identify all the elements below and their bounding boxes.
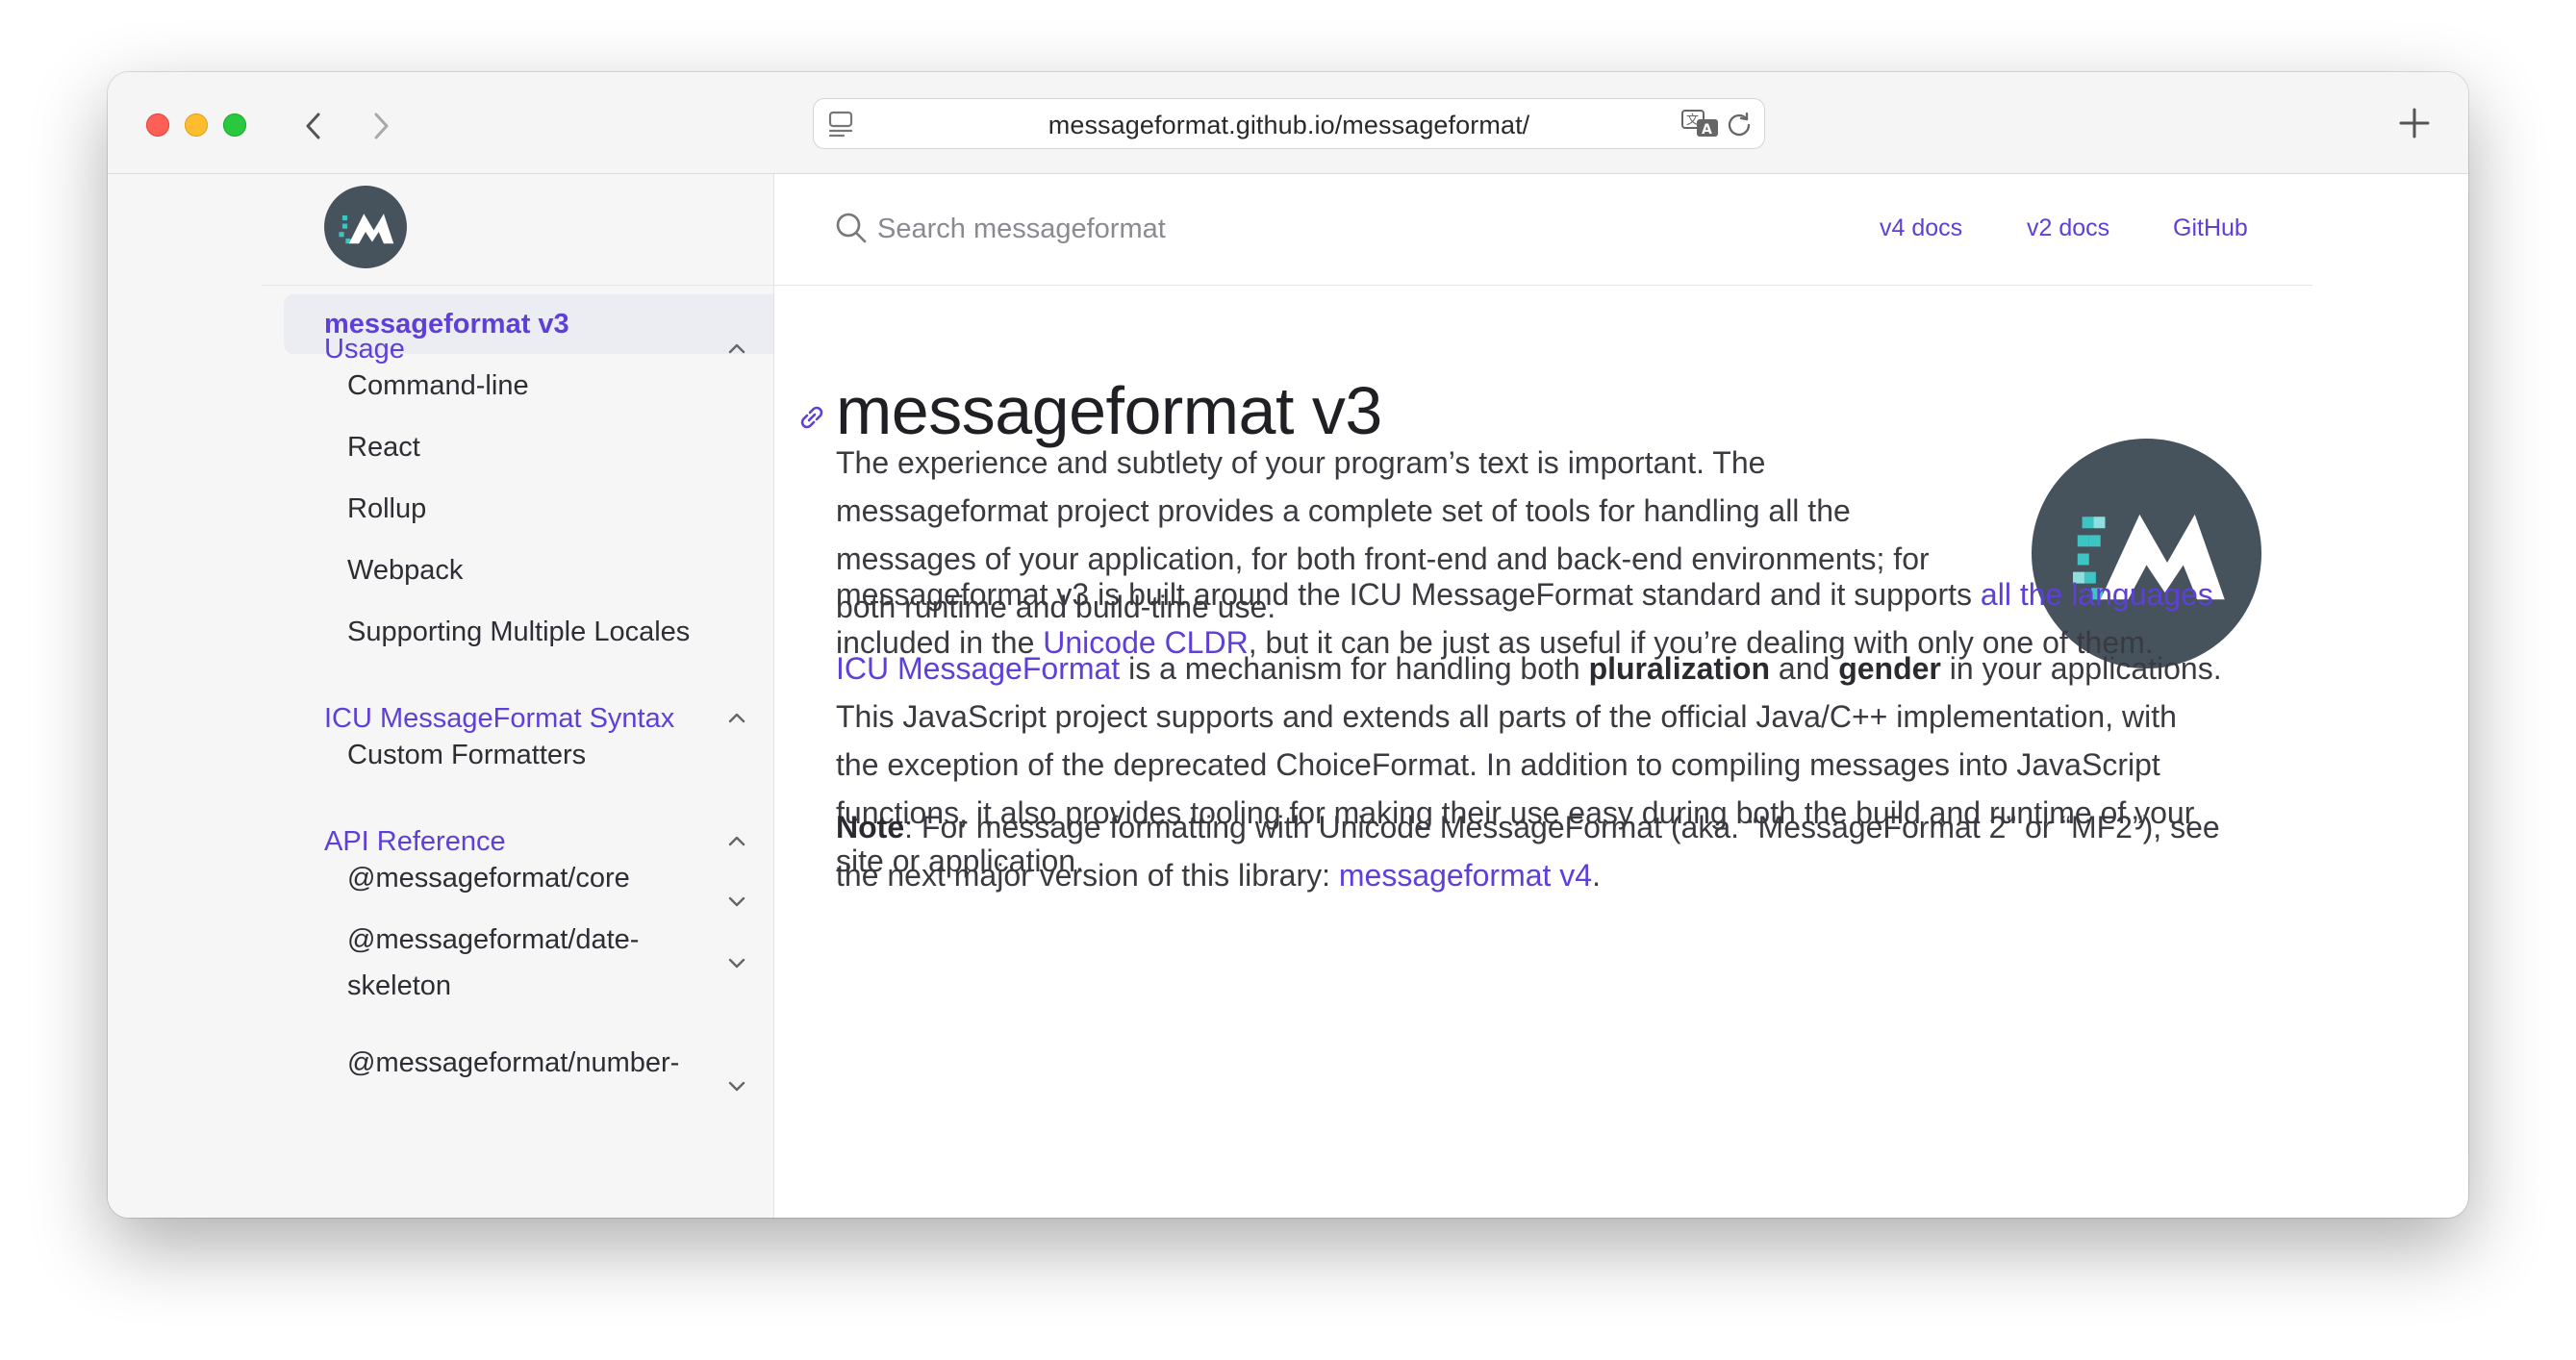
header-divider	[774, 285, 2312, 286]
paragraph-line: the exception of the deprecated ChoiceFo…	[836, 747, 2160, 782]
chevron-up-icon[interactable]	[725, 338, 748, 361]
sidebar-header-divider	[262, 285, 773, 286]
icu-messageformat-link[interactable]: ICU MessageFormat	[836, 651, 1120, 686]
site-logo[interactable]	[324, 186, 407, 268]
search-input[interactable]	[877, 209, 1281, 249]
close-window-button[interactable]	[146, 113, 169, 137]
sidebar-item-date-skeleton[interactable]: @messageformat/date- skeleton	[347, 917, 639, 1009]
browser-toolbar: messageformat.github.io/messageformat/ 文…	[108, 72, 2468, 174]
sidebar-item-custom-formatters[interactable]: Custom Formatters	[347, 732, 586, 778]
browser-window: messageformat.github.io/messageformat/ 文…	[108, 72, 2468, 1218]
sidebar-section-icu-syntax[interactable]: ICU MessageFormat Syntax	[324, 701, 674, 736]
sidebar-section-api-reference[interactable]: API Reference	[324, 824, 506, 859]
minimize-window-button[interactable]	[185, 113, 208, 137]
search-icon[interactable]	[834, 211, 869, 245]
reload-icon[interactable]	[1726, 111, 1753, 138]
page-title: messageformat v3	[836, 373, 1382, 448]
paragraph-text: the next major version of this library:	[836, 858, 1339, 893]
paragraph-text: : For message formatting with Unicode Me…	[904, 810, 2220, 844]
paragraph-text: messageformat v3 is built around the ICU…	[836, 577, 1981, 612]
address-bar[interactable]: messageformat.github.io/messageformat/ 文…	[813, 98, 1765, 149]
link-anchor-icon[interactable]	[796, 401, 828, 434]
messageformat-v4-link[interactable]: messageformat v4	[1339, 858, 1592, 893]
sidebar-item-rollup[interactable]: Rollup	[347, 486, 426, 532]
paragraph-text: in your applications.	[1940, 651, 2222, 686]
url-text[interactable]: messageformat.github.io/messageformat/	[814, 111, 1764, 140]
translate-icon[interactable]: 文 A	[1681, 110, 1720, 139]
sidebar-item-core[interactable]: @messageformat/core	[347, 855, 630, 901]
note-label: Note	[836, 810, 905, 844]
new-tab-icon[interactable]	[2395, 104, 2434, 142]
forward-button[interactable]	[360, 105, 402, 147]
paragraph-text: is a mechanism for handling both	[1120, 651, 1589, 686]
messageformat-logo-icon	[339, 214, 394, 244]
gender-bold: gender	[1838, 651, 1941, 686]
back-button[interactable]	[292, 105, 335, 147]
sidebar-item-react[interactable]: React	[347, 424, 420, 470]
sidebar-item-webpack[interactable]: Webpack	[347, 547, 463, 593]
sidebar-item-supporting-multiple-locales[interactable]: Supporting Multiple Locales	[347, 609, 690, 655]
v4-docs-link[interactable]: v4 docs	[1880, 214, 1962, 242]
sidebar-item-label: @messageformat/date-	[347, 924, 640, 955]
all-the-languages-link[interactable]: all the languages	[1981, 577, 2213, 612]
chevron-up-icon[interactable]	[725, 830, 748, 853]
chevron-left-icon	[306, 113, 320, 139]
chevron-right-icon	[374, 113, 389, 139]
paragraph-line: messageformat project provides a complet…	[836, 493, 1851, 528]
v2-docs-link[interactable]: v2 docs	[2027, 214, 2109, 242]
chevron-down-icon[interactable]	[725, 1074, 748, 1097]
github-link[interactable]: GitHub	[2173, 214, 2248, 242]
sidebar-divider	[773, 174, 774, 1218]
chevron-down-icon[interactable]	[725, 890, 748, 913]
chevron-down-icon[interactable]	[725, 951, 748, 974]
svg-text:A: A	[1702, 122, 1712, 138]
sidebar-item-label: skeleton	[347, 970, 452, 1001]
sidebar-section-usage[interactable]: Usage	[324, 332, 405, 366]
sidebar-item-command-line[interactable]: Command-line	[347, 363, 529, 409]
paragraph-line: This JavaScript project supports and ext…	[836, 699, 2177, 734]
web-page: messageformat v3 Usage Command-line Reac…	[108, 174, 2468, 1218]
paragraph-line: The experience and subtlety of your prog…	[836, 445, 1766, 480]
sidebar-item-number-skeleton[interactable]: @messageformat/number-	[347, 1040, 679, 1086]
note-paragraph: Note: For message formatting with Unicod…	[836, 803, 2220, 899]
paragraph-text: .	[1592, 858, 1601, 893]
chevron-up-icon[interactable]	[725, 707, 748, 730]
paragraph-text: and	[1770, 651, 1839, 686]
pluralization-bold: pluralization	[1588, 651, 1771, 686]
zoom-window-button[interactable]	[223, 113, 246, 137]
